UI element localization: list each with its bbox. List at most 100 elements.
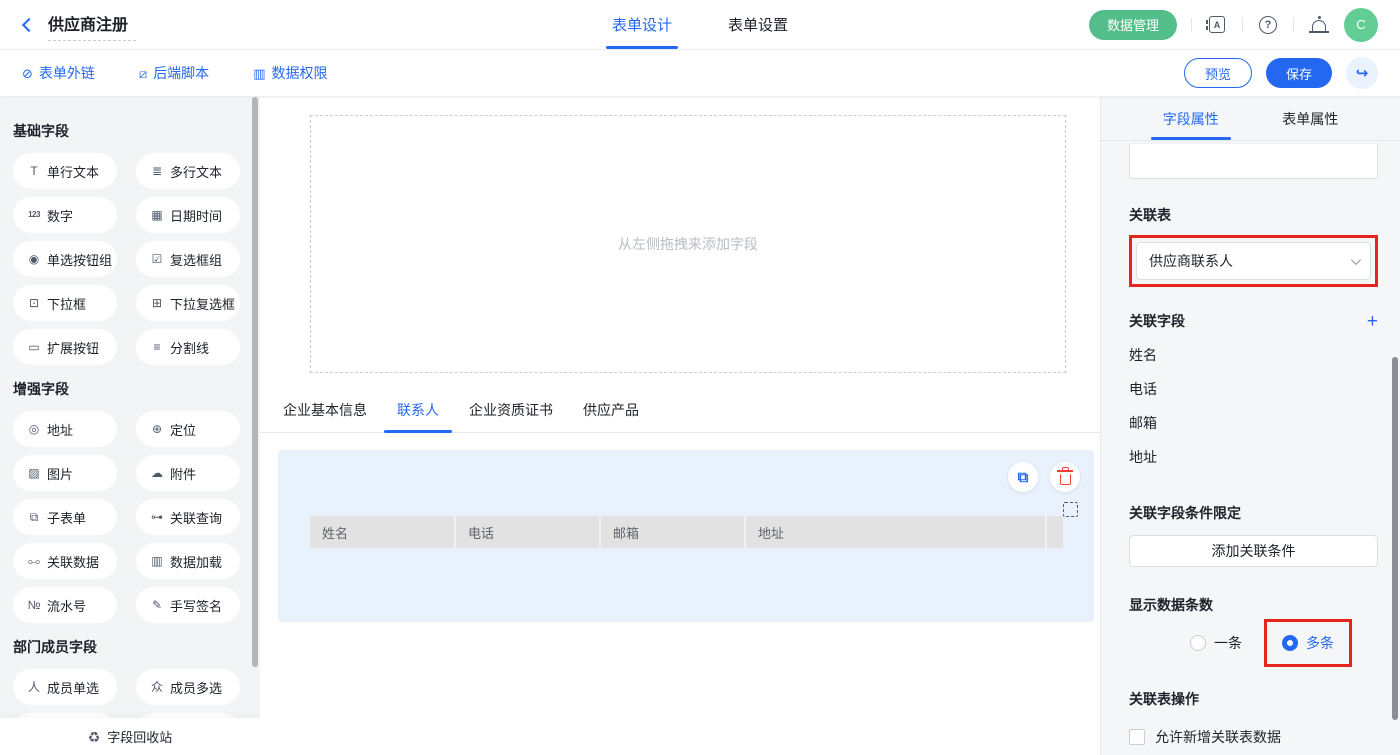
tab-contacts[interactable]: 联系人: [394, 400, 442, 432]
preview-button[interactable]: 预览: [1184, 58, 1252, 88]
column-header-empty: [1047, 516, 1063, 548]
notification-bell-icon[interactable]: [1308, 14, 1330, 36]
single-line-text-icon: T: [26, 165, 42, 177]
related-field-email: 邮箱: [1129, 413, 1378, 433]
expand-icon[interactable]: [1063, 502, 1078, 517]
field-extend-button[interactable]: ▭扩展按钮: [13, 329, 117, 365]
display-count-label: 显示数据条数: [1129, 595, 1378, 615]
backend-script-link[interactable]: ⧄ 后端脚本: [139, 63, 209, 83]
column-header-name: 姓名: [310, 516, 456, 548]
avatar[interactable]: C: [1344, 8, 1378, 42]
checkbox-icon: ☑: [149, 253, 165, 265]
field-location[interactable]: ⊕定位: [136, 411, 240, 447]
related-field-phone: 电话: [1129, 379, 1378, 399]
field-member-multi[interactable]: 众成员多选: [136, 669, 240, 705]
related-fields-label: 关联字段: [1129, 311, 1185, 331]
pen-icon: ✎: [149, 599, 165, 611]
field-related-data[interactable]: ⧟关联数据: [13, 543, 117, 579]
field-attachment[interactable]: ☁附件: [136, 455, 240, 491]
app-header: 供应商注册 表单设计 表单设置 数据管理 A ? C: [0, 0, 1400, 50]
related-query-icon: ⊶: [149, 511, 165, 523]
field-recycle-bin[interactable]: ♻ 字段回收站: [0, 718, 260, 755]
field-radio-group[interactable]: ◉单选按钮组: [13, 241, 117, 277]
field-palette-sidebar: 基础字段 T单行文本 ≣多行文本 123数字 ▦日期时间 ◉单选按钮组 ☑复选框…: [0, 97, 260, 755]
field-address[interactable]: ◎地址: [13, 411, 117, 447]
related-table-select[interactable]: 供应商联系人: [1136, 242, 1371, 280]
panel-scrollbar[interactable]: [1392, 357, 1398, 720]
tab-supply-products[interactable]: 供应产品: [580, 400, 642, 432]
section-title-member-fields: 部门成员字段: [13, 637, 244, 657]
subform-icon: ⧉: [26, 511, 42, 523]
field-multi-line-text[interactable]: ≣多行文本: [136, 153, 240, 189]
form-external-link[interactable]: ⊘ 表单外链: [22, 63, 95, 83]
copy-field-button[interactable]: ⧉: [1008, 462, 1038, 492]
share-button[interactable]: ↪: [1346, 57, 1378, 89]
add-field-icon[interactable]: +: [1367, 312, 1378, 331]
annotation-box-multi-record: 多条: [1264, 619, 1352, 667]
save-button[interactable]: 保存: [1266, 58, 1332, 88]
backend-script-label: 后端脚本: [153, 63, 209, 83]
radio-off-icon: [1190, 635, 1206, 651]
field-select[interactable]: ⊡下拉框: [13, 285, 117, 321]
field-data-load[interactable]: ▥数据加载: [136, 543, 240, 579]
drop-zone[interactable]: 从左侧拖拽来添加字段: [310, 115, 1066, 373]
data-permission-label: 数据权限: [271, 63, 327, 83]
column-header-address: 地址: [746, 516, 1047, 548]
people-icon: 众: [149, 681, 165, 693]
property-panel-tabs: 字段属性 表单属性: [1101, 97, 1400, 141]
tab-form-design[interactable]: 表单设计: [612, 0, 672, 49]
field-serial-number[interactable]: №流水号: [13, 587, 117, 623]
share-icon: ↪: [1356, 64, 1369, 82]
address-book-icon[interactable]: A: [1206, 14, 1228, 36]
tab-form-properties[interactable]: 表单属性: [1282, 97, 1338, 140]
help-icon[interactable]: ?: [1257, 14, 1279, 36]
back-icon[interactable]: [22, 17, 36, 31]
field-member-single[interactable]: 人成员单选: [13, 669, 117, 705]
radio-single-record[interactable]: 一条: [1190, 633, 1242, 653]
delete-field-button[interactable]: [1050, 462, 1080, 492]
calendar-icon: ▦: [149, 209, 165, 221]
map-pin-icon: ◎: [26, 423, 42, 435]
field-multi-select-dropdown[interactable]: ⊞下拉复选框: [136, 285, 240, 321]
serial-number-icon: №: [26, 599, 42, 611]
tab-qualification-certs[interactable]: 企业资质证书: [466, 400, 556, 432]
field-date-time[interactable]: ▦日期时间: [136, 197, 240, 233]
field-related-query[interactable]: ⊶关联查询: [136, 499, 240, 535]
field-signature[interactable]: ✎手写签名: [136, 587, 240, 623]
sidebar-scrollbar[interactable]: [252, 97, 258, 667]
related-table-value: 供应商联系人: [1149, 251, 1351, 271]
field-title-input[interactable]: [1129, 143, 1378, 179]
field-image[interactable]: ▨图片: [13, 455, 117, 491]
related-data-field-card[interactable]: ⧉ 姓名 电话 邮箱 地址: [278, 450, 1094, 622]
page-title[interactable]: 供应商注册: [48, 9, 136, 41]
recycle-icon: ♻: [88, 730, 101, 744]
related-field-address: 地址: [1129, 447, 1378, 467]
multi-line-text-icon: ≣: [149, 165, 165, 177]
related-data-table-header: 姓名 电话 邮箱 地址: [310, 516, 1063, 548]
allow-add-checkbox[interactable]: [1129, 729, 1145, 745]
data-permission-link[interactable]: ▥ 数据权限: [253, 63, 327, 83]
copy-icon: ⧉: [1018, 470, 1029, 485]
column-header-phone: 电话: [456, 516, 601, 548]
field-single-line-text[interactable]: T单行文本: [13, 153, 117, 189]
section-title-enhanced-fields: 增强字段: [13, 379, 244, 399]
person-icon: 人: [26, 681, 42, 693]
related-field-name: 姓名: [1129, 345, 1378, 365]
divider: [1242, 18, 1243, 32]
field-divider[interactable]: ≡分割线: [136, 329, 240, 365]
field-number[interactable]: 123数字: [13, 197, 117, 233]
related-table-label: 关联表: [1129, 205, 1378, 225]
divider-line-icon: ≡: [149, 341, 165, 353]
tab-field-properties[interactable]: 字段属性: [1163, 97, 1219, 140]
field-subform[interactable]: ⧉子表单: [13, 499, 117, 535]
divider: [1191, 18, 1192, 32]
data-manage-button[interactable]: 数据管理: [1089, 10, 1177, 40]
cloud-upload-icon: ☁: [149, 467, 165, 479]
tab-company-basic-info[interactable]: 企业基本信息: [280, 400, 370, 432]
field-checkbox-group[interactable]: ☑复选框组: [136, 241, 240, 277]
permission-icon: ▥: [253, 67, 265, 80]
extend-button-icon: ▭: [26, 341, 42, 353]
tab-form-settings[interactable]: 表单设置: [728, 0, 788, 49]
radio-multi-record[interactable]: 多条: [1282, 633, 1334, 653]
add-condition-button[interactable]: 添加关联条件: [1129, 535, 1378, 567]
